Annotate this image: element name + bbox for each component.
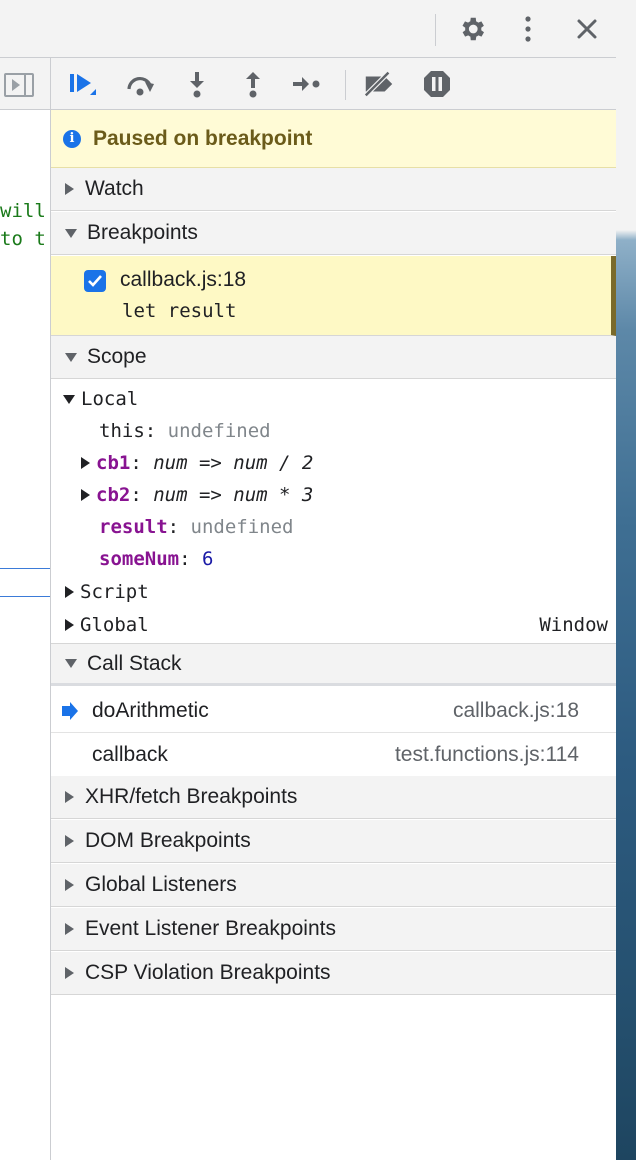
scope-var-somenum[interactable]: someNum: 6 [51, 543, 616, 575]
event-listener-breakpoints-section-header[interactable]: Event Listener Breakpoints [51, 908, 616, 951]
global-listeners-section-header[interactable]: Global Listeners [51, 864, 616, 907]
section-label: CSP Violation Breakpoints [85, 961, 331, 984]
debugger-sidebar: i Paused on breakpoint Watch Breakpoints… [51, 58, 616, 1160]
expand-icon [65, 835, 74, 847]
expand-icon [65, 183, 74, 195]
scope-var-this[interactable]: this: undefined [51, 415, 616, 447]
var-value: undefined [167, 420, 271, 442]
var-sep: : [179, 548, 202, 570]
var-sep: : [130, 484, 154, 506]
breakpoint-item[interactable]: callback.js:18 let result [51, 256, 616, 336]
paused-banner: i Paused on breakpoint [51, 110, 616, 168]
var-name: result [99, 516, 168, 538]
var-value: num => num / 2 [153, 452, 314, 474]
frame-function: doArithmetic [92, 699, 209, 722]
resume-icon[interactable] [65, 67, 99, 101]
expand-icon [65, 619, 74, 631]
frame-function: callback [92, 743, 168, 766]
var-value: num => num * 3 [153, 484, 314, 506]
dom-breakpoints-section-header[interactable]: DOM Breakpoints [51, 820, 616, 863]
var-name: this [99, 420, 145, 442]
expand-icon [81, 457, 90, 469]
code-line: will [0, 200, 46, 222]
expand-icon [81, 489, 90, 501]
checkmark-icon [88, 275, 102, 287]
expand-icon [65, 879, 74, 891]
var-sep: : [167, 516, 191, 538]
var-name: someNum [99, 548, 180, 570]
var-value: undefined [190, 516, 294, 538]
section-label: Scope [87, 345, 147, 368]
call-frame-current[interactable]: doArithmetic callback.js:18 [51, 689, 616, 733]
section-label: Event Listener Breakpoints [85, 917, 336, 940]
close-icon[interactable] [570, 12, 604, 46]
deactivate-breakpoints-icon[interactable] [362, 67, 396, 101]
expand-icon [65, 586, 74, 598]
devtools-top-bar [0, 0, 616, 58]
section-label: XHR/fetch Breakpoints [85, 785, 298, 808]
scope-value: Window [539, 614, 608, 636]
expand-icon [65, 791, 74, 803]
expand-icon [65, 923, 74, 935]
scope-section-header[interactable]: Scope [51, 336, 616, 379]
more-vertical-icon[interactable] [511, 12, 545, 46]
toggle-debugger-icon[interactable] [4, 73, 34, 97]
scope-var-cb2[interactable]: cb2: num => num * 3 [51, 479, 616, 511]
step-icon[interactable] [289, 67, 323, 101]
var-sep: : [144, 420, 168, 442]
current-frame-arrow-icon [62, 702, 78, 720]
paused-message: Paused on breakpoint [93, 126, 313, 150]
info-icon: i [63, 129, 81, 148]
frame-location[interactable]: callback.js:18 [453, 699, 579, 723]
gear-icon[interactable] [455, 12, 489, 46]
scope-script-row[interactable]: Script [51, 576, 616, 608]
expand-icon [65, 967, 74, 979]
breakpoint-checkbox[interactable] [84, 270, 106, 292]
debugger-toolbar [51, 58, 616, 110]
collapse-icon [65, 659, 77, 668]
breakpoints-section-header[interactable]: Breakpoints [51, 212, 616, 255]
scope-var-cb1[interactable]: cb1: num => num / 2 [51, 447, 616, 479]
xhr-breakpoints-section-header[interactable]: XHR/fetch Breakpoints [51, 776, 616, 819]
breakpoint-location: callback.js:18 [120, 268, 247, 291]
scope-label: Global [80, 614, 149, 636]
scope-local-row[interactable]: Local [51, 383, 616, 415]
collapse-icon [63, 394, 75, 404]
breakpoint-code: let result [122, 300, 237, 322]
section-label: Call Stack [87, 651, 182, 675]
var-name: cb1 [96, 452, 131, 474]
scope-var-result[interactable]: result: undefined [51, 511, 616, 543]
call-stack-section-header[interactable]: Call Stack [51, 643, 616, 686]
toolbar-divider [345, 70, 346, 100]
code-line: to t [0, 228, 46, 250]
step-into-icon[interactable] [180, 67, 214, 101]
step-over-icon[interactable] [123, 67, 157, 101]
section-label: DOM Breakpoints [85, 829, 251, 852]
var-value: 6 [201, 548, 214, 570]
scope-label: Script [80, 581, 149, 603]
source-toolbar [0, 58, 50, 110]
section-label: Global Listeners [85, 873, 237, 896]
scope-global-row[interactable]: Global Window [51, 609, 616, 641]
toolbar-divider [435, 14, 436, 46]
var-sep: : [130, 452, 154, 474]
collapse-icon [65, 228, 77, 238]
var-name: cb2 [96, 484, 131, 506]
section-label: Watch [85, 177, 144, 200]
frame-location[interactable]: test.functions.js:114 [395, 743, 579, 767]
watch-section-header[interactable]: Watch [51, 168, 616, 211]
line-highlight [0, 596, 50, 597]
call-frame[interactable]: callback test.functions.js:114 [51, 733, 616, 777]
desktop-background [616, 0, 636, 1160]
collapse-icon [65, 352, 77, 362]
csp-violation-breakpoints-section-header[interactable]: CSP Violation Breakpoints [51, 952, 616, 995]
step-out-icon[interactable] [236, 67, 270, 101]
line-highlight [0, 568, 50, 569]
scope-label: Local [81, 388, 139, 410]
pause-on-exceptions-icon[interactable] [420, 67, 454, 101]
source-editor-pane[interactable]: will to t [0, 58, 51, 1160]
section-label: Breakpoints [87, 221, 198, 244]
